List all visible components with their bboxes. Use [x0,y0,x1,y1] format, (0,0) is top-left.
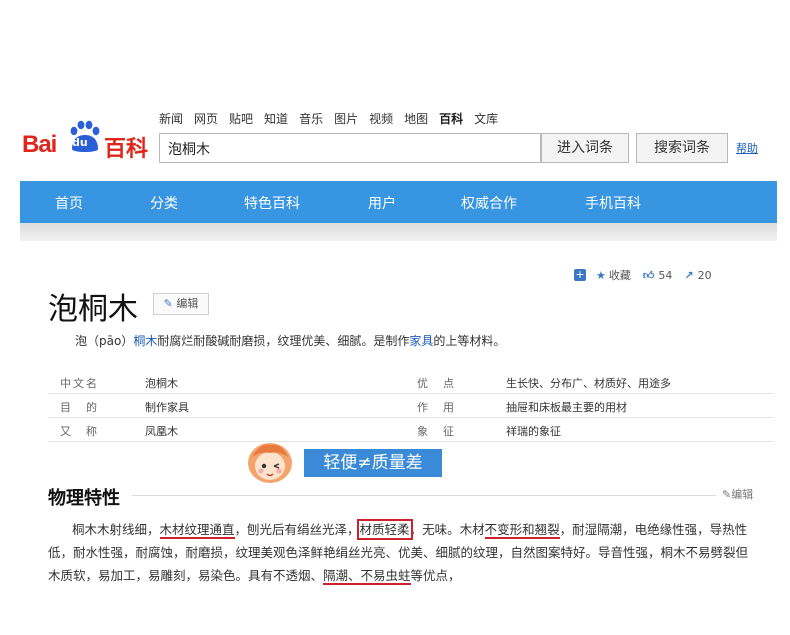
topnav-wenku[interactable]: 文库 [474,110,498,127]
info-key: 又 称 [60,425,99,438]
info-row: 中文名 泡桐木 优 点 生长快、分布广、材质好、用途多 [48,370,774,394]
info-key: 中文名 [60,377,99,390]
edit-label: 编辑 [176,297,199,310]
collect-label[interactable]: 收藏 [609,267,631,283]
para-text: 桐木木射线细， [72,522,160,537]
section-paragraph: 桐木木射线细，木材纹理通直，刨光后有绢丝光泽，材质轻柔，无味。木材不变形和翘裂，… [48,518,758,587]
nav-featured[interactable]: 特色百科 [244,193,300,213]
topnav-news[interactable]: 新闻 [159,110,183,127]
info-value: 制作家具 [145,401,189,414]
nav-mobile[interactable]: 手机百科 [585,193,641,213]
thumbs-up-icon[interactable]: 👍︎ [643,269,655,282]
promo-banner: 轻便≠质量差 [236,437,446,487]
add-icon[interactable]: + [574,269,586,281]
topnav-tieba[interactable]: 贴吧 [229,110,253,127]
section-title: 物理特性 [48,488,120,509]
info-value: 抽屉和床板最主要的用材 [506,401,627,414]
basic-info-table: 中文名 泡桐木 优 点 生长快、分布广、材质好、用途多 目 的 制作家具 作 用… [48,370,774,442]
topnav-web[interactable]: 网页 [194,110,218,127]
page-title: 泡桐木 [48,292,138,327]
edit-button[interactable]: ✎ 编辑 [153,293,209,315]
info-value: 凤凰木 [145,425,178,438]
nav-home[interactable]: 首页 [55,193,83,213]
nav-category[interactable]: 分类 [150,193,178,213]
topnav-baike[interactable]: 百科 [439,110,463,127]
para-text: ，无味。木材 [409,522,485,537]
info-key: 优 点 [417,377,456,390]
highlight-box: 材质轻柔 [356,519,413,540]
topnav-music[interactable]: 音乐 [299,110,323,127]
summary-post: 的上等材料。 [433,334,506,348]
info-value: 泡桐木 [145,377,178,390]
topnav-zhidao[interactable]: 知道 [264,110,288,127]
baidu-baike-logo[interactable]: Bai du 百科 [22,119,150,163]
highlight-underline: 隔潮、不易虫蛀 [323,568,411,585]
slogan-label: 轻便≠质量差 [304,449,442,477]
section-divider [132,495,716,496]
info-key: 作 用 [417,401,456,414]
summary-text: 泡（pāo）桐木耐腐烂耐酸碱耐磨损，纹理优美、细腻。是制作家具的上等材料。 [75,332,505,349]
star-icon[interactable]: ★ [596,269,606,282]
nav-shadow-divider [20,223,777,241]
like-count: 54 [658,268,673,282]
logo-bai-text: Bai [22,131,57,158]
info-value: 生长快、分布广、材质好、用途多 [506,377,671,390]
topnav-images[interactable]: 图片 [334,110,358,127]
summary-mid: 耐腐烂耐酸碱耐磨损，纹理优美、细腻。是制作 [157,334,410,348]
highlight-underline: 木材纹理通直 [159,522,235,539]
info-value: 祥瑞的象征 [506,425,561,438]
section-edit-button[interactable]: ✎编辑 [722,486,753,502]
topnav-video[interactable]: 视频 [369,110,393,127]
pencil-icon: ✎ [722,488,732,501]
link-furniture[interactable]: 家具 [409,334,433,348]
nav-partners[interactable]: 权威合作 [461,193,517,213]
topnav-map[interactable]: 地图 [404,110,428,127]
logo-du-text: du [72,136,88,149]
main-nav: 首页 分类 特色百科 用户 权威合作 手机百科 [20,181,777,223]
enter-entry-button[interactable]: 进入词条 [541,133,629,163]
help-link[interactable]: 帮助 [736,140,758,156]
para-text: ，刨光后有绢丝光泽， [234,522,360,537]
info-row: 目 的 制作家具 作 用 抽屉和床板最主要的用材 [48,394,774,418]
link-tongmu[interactable]: 桐木 [133,334,157,348]
search-input[interactable]: 泡桐木 [159,133,541,163]
entry-tools: + ★ 收藏 👍︎ 54 ↗ 20 [574,267,712,283]
share-count: 20 [697,268,712,282]
para-text: 等优点， [410,568,461,583]
search-entry-button[interactable]: 搜索词条 [636,133,728,163]
info-key: 目 的 [60,401,99,414]
pencil-icon: ✎ [163,297,173,310]
section-edit-label: 编辑 [731,488,754,501]
summary-pre: 泡（pāo） [75,334,134,348]
nav-users[interactable]: 用户 [368,193,396,213]
logo-baike-text: 百科 [104,137,149,162]
share-icon[interactable]: ↗ [684,269,693,282]
cartoon-girl-icon [248,443,292,483]
top-nav: 新闻 网页 贴吧 知道 音乐 图片 视频 地图 百科 文库 [159,110,509,127]
highlight-underline: 不变形和翘裂 [484,522,560,539]
